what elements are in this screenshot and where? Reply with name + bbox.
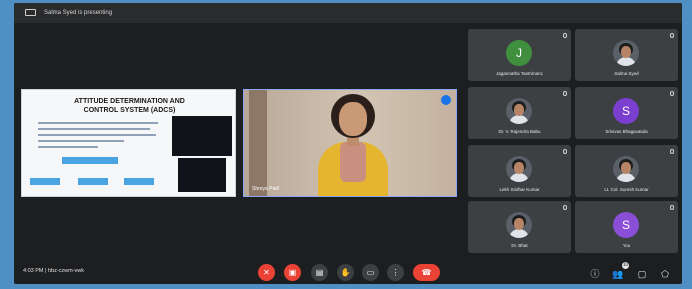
raise-hand-button[interactable]: ✋ bbox=[337, 264, 354, 281]
speaker-face bbox=[339, 102, 367, 136]
slide-title-line2: CONTROL SYSTEM (ADCS) bbox=[83, 107, 176, 114]
people-count-badge: 10 bbox=[622, 262, 629, 269]
participant-name: Jagannatha Tantrimanc bbox=[496, 71, 543, 76]
mic-icon bbox=[563, 149, 567, 154]
slide-image-orbit bbox=[172, 116, 232, 156]
slide-diagram-box bbox=[30, 178, 60, 185]
participant-name: You bbox=[622, 243, 631, 248]
speaker-video[interactable]: Shreya Patil bbox=[243, 89, 457, 197]
slide-diagram-box bbox=[124, 178, 154, 185]
camera-off-icon: ▣ bbox=[288, 268, 297, 277]
participant-name: Salma Syed bbox=[614, 71, 639, 76]
speaking-indicator-icon bbox=[441, 95, 451, 105]
participant-name: Srinivas Bhagavatula bbox=[605, 129, 648, 134]
presenting-banner: Salma Syed is presenting bbox=[14, 3, 682, 23]
mic-icon bbox=[670, 33, 674, 38]
slide-image-satellite bbox=[178, 158, 226, 192]
participant-tile[interactable]: Dr. V. Rajendra Babu bbox=[468, 87, 571, 139]
slide-bullet-line bbox=[38, 122, 158, 124]
mic-off-icon: ✕ bbox=[263, 268, 270, 277]
mic-icon bbox=[563, 33, 567, 38]
participant-tile[interactable]: S Srinivas Bhagavatula bbox=[575, 87, 678, 139]
slide-bullet-line bbox=[38, 128, 150, 130]
mic-icon bbox=[670, 149, 674, 154]
speaker-name: Shreya Patil bbox=[252, 186, 279, 192]
more-icon: ⋮ bbox=[391, 268, 400, 277]
slide-bullet-line bbox=[38, 140, 124, 142]
info-icon: ⓘ bbox=[590, 269, 600, 279]
participant-name: Lt. Col. Suresh Kumar bbox=[604, 187, 649, 192]
meeting-window: Salma Syed is presenting ATTITUDE DETERM… bbox=[14, 3, 682, 284]
meeting-time-code: 4:03 PM | hbz-czwm-vwk bbox=[23, 268, 85, 274]
mic-off-button[interactable]: ✕ bbox=[258, 264, 275, 281]
bottom-toolbar: 4:03 PM | hbz-czwm-vwk ✕ ▣ ▤ ✋ ▭ ⋮ ☎ ⓘ 👥… bbox=[14, 254, 682, 284]
participant-tile[interactable]: Dr. Bhat bbox=[468, 201, 571, 253]
mic-icon bbox=[670, 91, 674, 96]
participant-name: Dr. Bhat bbox=[511, 243, 528, 248]
avatar: S bbox=[613, 98, 639, 124]
camera-off-button[interactable]: ▣ bbox=[284, 264, 301, 281]
chat-button[interactable]: ▢ bbox=[636, 268, 648, 280]
avatar: J bbox=[506, 40, 532, 66]
participant-tile[interactable]: S You bbox=[575, 201, 678, 253]
slide-bullet-line bbox=[38, 146, 98, 148]
participant-tile[interactable]: J Jagannatha Tantrimanc bbox=[468, 29, 571, 81]
slide-diagram-box bbox=[62, 157, 118, 164]
avatar bbox=[506, 156, 532, 182]
participant-tile[interactable]: Lekh Sridhar Kumar bbox=[468, 145, 571, 197]
mic-icon bbox=[563, 91, 567, 96]
slide-bullet-line bbox=[38, 134, 156, 136]
avatar bbox=[506, 212, 532, 238]
avatar bbox=[613, 156, 639, 182]
participant-name: Lekh Sridhar Kumar bbox=[499, 187, 540, 192]
mic-icon bbox=[670, 205, 674, 210]
participant-tile[interactable]: Lt. Col. Suresh Kumar bbox=[575, 145, 678, 197]
activities-icon: ⬠ bbox=[661, 269, 669, 279]
present-icon: ▭ bbox=[366, 268, 375, 277]
end-call-icon: ☎ bbox=[421, 268, 432, 277]
chat-icon: ▢ bbox=[637, 269, 647, 279]
participant-tile[interactable]: Salma Syed bbox=[575, 29, 678, 81]
people-button[interactable]: 👥 bbox=[612, 268, 624, 280]
present-screen-icon bbox=[25, 9, 36, 16]
captions-icon: ▤ bbox=[315, 268, 324, 277]
presented-slide[interactable]: ATTITUDE DETERMINATION AND CONTROL SYSTE… bbox=[21, 89, 236, 197]
more-options-button[interactable]: ⋮ bbox=[387, 264, 404, 281]
participant-name: Dr. V. Rajendra Babu bbox=[498, 129, 541, 134]
avatar bbox=[613, 40, 639, 66]
info-button[interactable]: ⓘ bbox=[589, 268, 601, 280]
captions-button[interactable]: ▤ bbox=[311, 264, 328, 281]
avatar bbox=[506, 98, 532, 124]
slide-title-line1: ATTITUDE DETERMINATION AND bbox=[74, 98, 185, 105]
slide-diagram-box bbox=[78, 178, 108, 185]
mic-icon bbox=[563, 205, 567, 210]
activities-button[interactable]: ⬠ bbox=[659, 268, 671, 280]
present-button[interactable]: ▭ bbox=[362, 264, 379, 281]
people-icon: 👥 bbox=[612, 269, 624, 279]
end-call-button[interactable]: ☎ bbox=[413, 264, 440, 281]
presenting-text: Salma Syed is presenting bbox=[44, 10, 113, 16]
avatar: S bbox=[613, 212, 639, 238]
raise-hand-icon: ✋ bbox=[340, 268, 351, 277]
